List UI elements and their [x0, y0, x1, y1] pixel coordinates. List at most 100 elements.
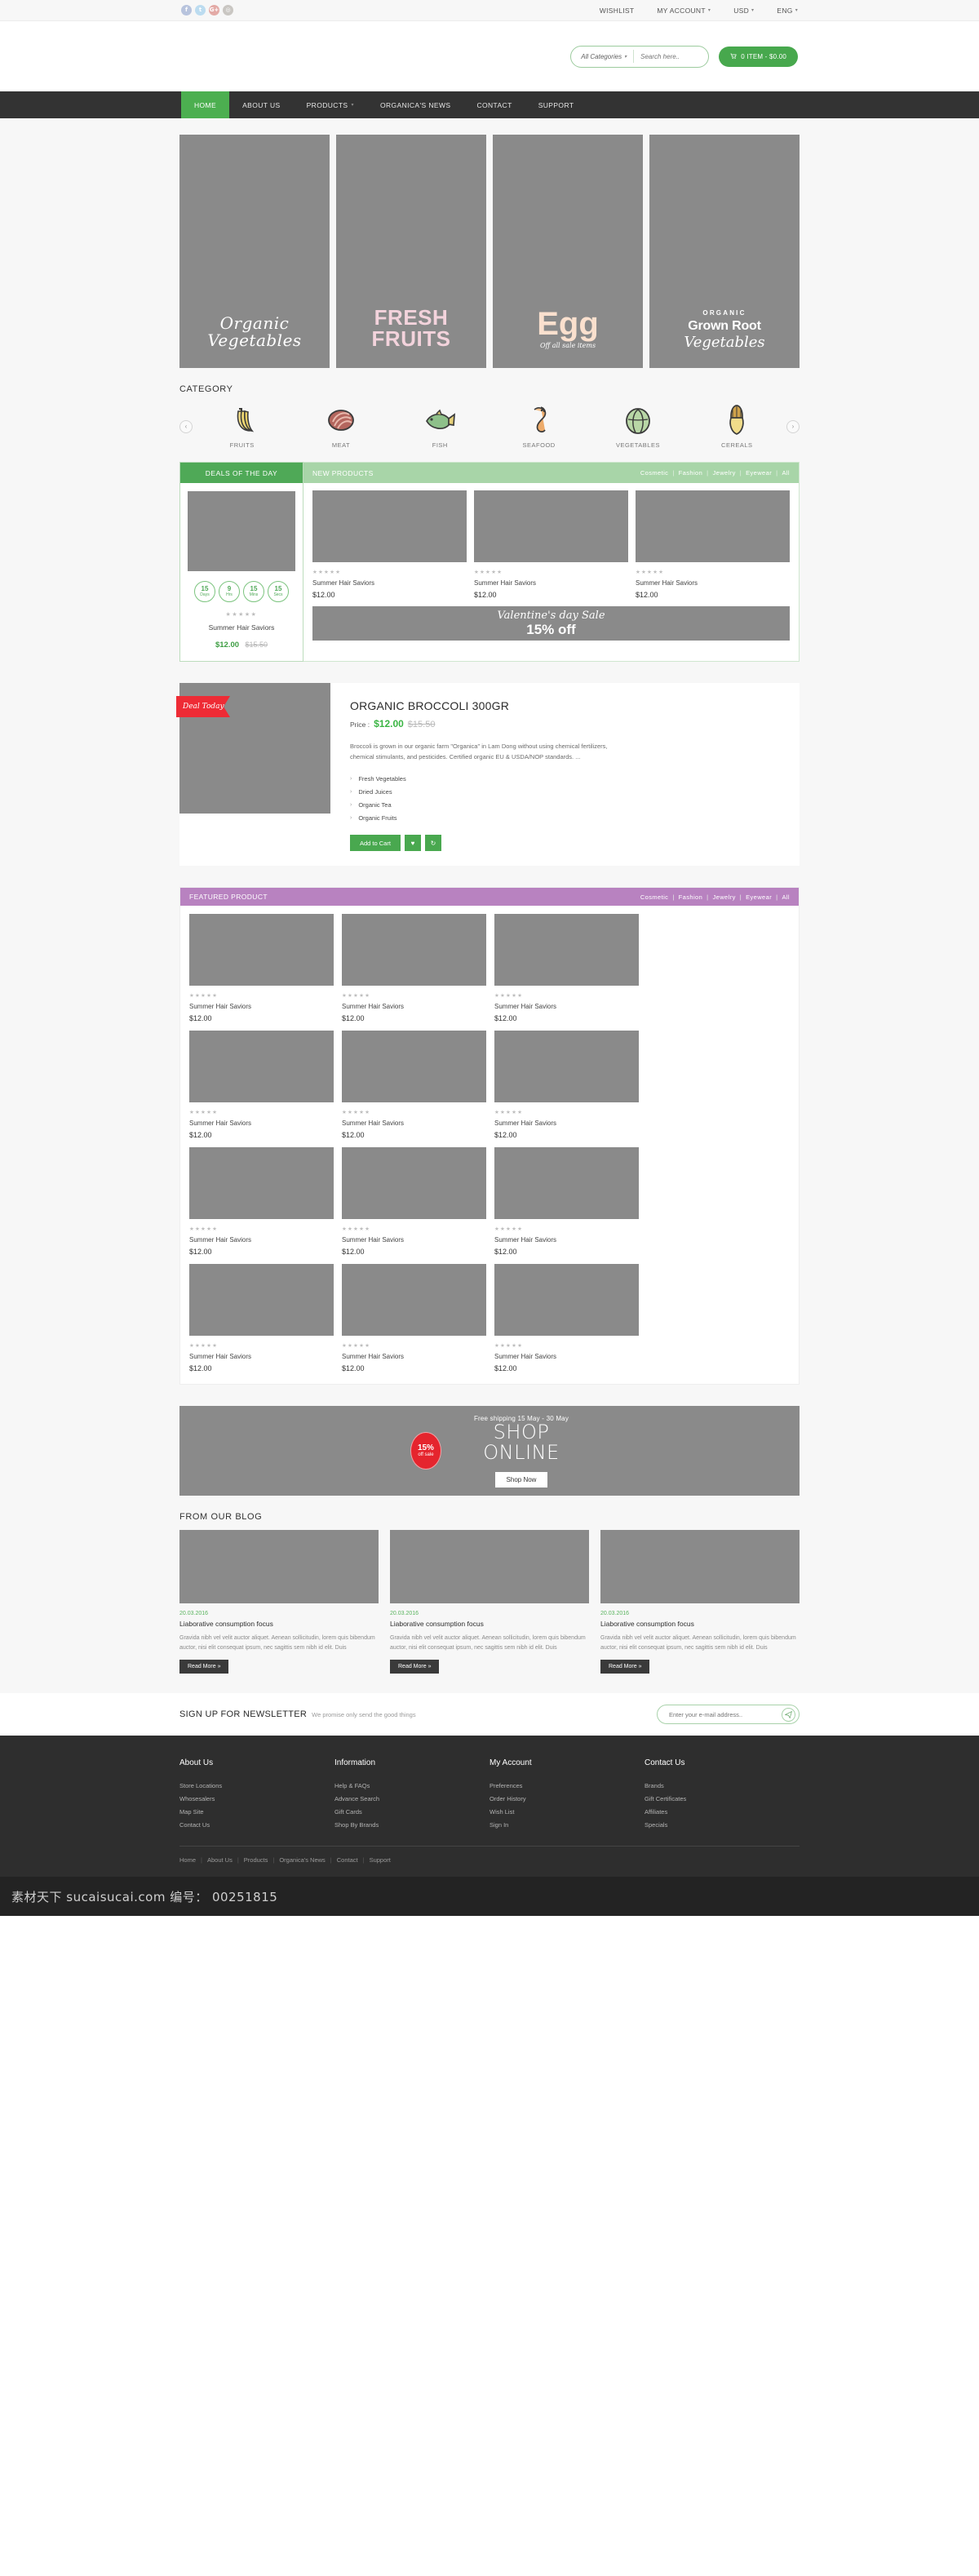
filter-cosmetic[interactable]: Cosmetic	[640, 469, 668, 477]
footer-link[interactable]: Preferences	[490, 1779, 645, 1792]
nav-item-home[interactable]: HOME	[181, 91, 230, 118]
deal-today-image[interactable]: Deal Today	[176, 683, 330, 814]
category-item-fruits[interactable]: FRUITS	[206, 404, 279, 449]
topnav-item-currency[interactable]: USD ▾	[733, 7, 754, 15]
filter-eyewear[interactable]: Eyewear	[746, 469, 772, 477]
blog-title[interactable]: Liaborative consumption focus	[179, 1620, 379, 1628]
footer-link[interactable]: Map Site	[179, 1805, 334, 1818]
footer-nav-support[interactable]: Support	[370, 1856, 391, 1864]
feature-item[interactable]: › Organic Tea	[350, 798, 778, 811]
topnav-item-language[interactable]: ENG ▾	[777, 7, 798, 15]
nav-item-support[interactable]: SUPPORT	[525, 91, 587, 118]
footer-link[interactable]: Contact Us	[179, 1818, 334, 1831]
product-card[interactable]: ★★★★★ Summer Hair Saviors $12.00	[189, 1147, 334, 1256]
product-card[interactable]: ★★★★★ Summer Hair Saviors $12.00	[189, 1031, 334, 1139]
filter-jewelry[interactable]: Jewelry	[713, 893, 736, 901]
compare-icon[interactable]: ↻	[424, 835, 441, 852]
twitter-icon[interactable]: t	[195, 5, 206, 16]
filter-cosmetic[interactable]: Cosmetic	[640, 893, 668, 901]
topnav-item-my-account[interactable]: MY ACCOUNT ▾	[657, 7, 711, 15]
category-item-vegetables[interactable]: VEGETABLES	[601, 404, 675, 449]
deal-product-name[interactable]: Summer Hair Saviors	[188, 623, 295, 632]
valentines-promo-banner[interactable]: Valentine's day Sale 15% off	[312, 606, 790, 641]
nav-item-products[interactable]: PRODUCTS ▾	[294, 91, 367, 118]
footer-nav-about-us[interactable]: About Us	[207, 1856, 233, 1864]
cart-button[interactable]: 0 ITEM - $0.00	[719, 46, 798, 67]
hero-banner-grown-root[interactable]: ORGANIC Grown Root Vegetables	[649, 135, 800, 368]
blog-title[interactable]: Liaborative consumption focus	[390, 1620, 589, 1628]
footer-link[interactable]: Store Locations	[179, 1779, 334, 1792]
send-icon[interactable]	[782, 1707, 795, 1722]
product-card[interactable]: ★★★★★ Summer Hair Saviors $12.00	[494, 1147, 639, 1256]
footer-link[interactable]: Help & FAQs	[334, 1779, 490, 1792]
hero-banner-egg[interactable]: Egg Off all sale items	[493, 135, 643, 368]
footer-link[interactable]: Advance Search	[334, 1792, 490, 1805]
product-card[interactable]: ★★★★★ Summer Hair Saviors $12.00	[342, 1264, 486, 1372]
product-card[interactable]: ★★★★★ Summer Hair Saviors $12.00	[342, 914, 486, 1022]
product-card[interactable]: ★★★★★ Summer Hair Saviors $12.00	[494, 1264, 639, 1372]
product-card[interactable]: ★★★★★ Summer Hair Saviors $12.00	[342, 1147, 486, 1256]
footer-nav-organicas-news[interactable]: Organica's News	[279, 1856, 325, 1864]
footer-link[interactable]: Sign In	[490, 1818, 645, 1831]
category-item-seafood[interactable]: SEAFOOD	[503, 404, 576, 449]
hero-banner-fresh-fruits[interactable]: FRESH FRUITS	[336, 135, 486, 368]
blog-image[interactable]	[179, 1530, 379, 1604]
shop-now-button[interactable]: Shop Now	[494, 1471, 548, 1488]
facebook-icon[interactable]: f	[181, 5, 192, 16]
read-more-button[interactable]: Read More »	[179, 1660, 229, 1674]
footer-link[interactable]: Wish List	[490, 1805, 645, 1818]
product-card[interactable]: ★★★★★ Summer Hair Saviors $12.00	[312, 490, 467, 599]
blog-image[interactable]	[390, 1530, 589, 1604]
filter-all[interactable]: All	[782, 893, 790, 901]
footer-nav-products[interactable]: Products	[244, 1856, 268, 1864]
search-input[interactable]	[634, 52, 709, 60]
category-item-meat[interactable]: MEAT	[304, 404, 378, 449]
footer-link[interactable]: Brands	[645, 1779, 800, 1792]
nav-item-contact[interactable]: CONTACT	[463, 91, 525, 118]
filter-fashion[interactable]: Fashion	[679, 893, 702, 901]
footer-nav-contact[interactable]: Contact	[337, 1856, 358, 1864]
newsletter-email-input[interactable]	[669, 1710, 782, 1718]
feature-item[interactable]: › Organic Fruits	[350, 811, 778, 824]
category-item-cereals[interactable]: CEREALS	[700, 404, 773, 449]
product-card[interactable]: ★★★★★ Summer Hair Saviors $12.00	[189, 1264, 334, 1372]
footer-link[interactable]: Affiliates	[645, 1805, 800, 1818]
footer-link[interactable]: Specials	[645, 1818, 800, 1831]
filter-jewelry[interactable]: Jewelry	[713, 469, 736, 477]
product-card[interactable]: ★★★★★ Summer Hair Saviors $12.00	[342, 1031, 486, 1139]
blog-title[interactable]: Liaborative consumption focus	[600, 1620, 800, 1628]
read-more-button[interactable]: Read More »	[390, 1660, 440, 1674]
product-card[interactable]: ★★★★★ Summer Hair Saviors $12.00	[474, 490, 628, 599]
footer-link[interactable]: Gift Certificates	[645, 1792, 800, 1805]
product-card[interactable]: ★★★★★ Summer Hair Saviors $12.00	[189, 914, 334, 1022]
footer-link[interactable]: Order History	[490, 1792, 645, 1805]
footer-link[interactable]: Gift Cards	[334, 1805, 490, 1818]
read-more-button[interactable]: Read More »	[600, 1660, 650, 1674]
carousel-next-icon[interactable]: ›	[786, 419, 800, 433]
category-item-fish[interactable]: FISH	[403, 404, 476, 449]
nav-item-organicas-news[interactable]: ORGANICA'S NEWS	[367, 91, 464, 118]
blog-image[interactable]	[600, 1530, 800, 1604]
product-card[interactable]: ★★★★★ Summer Hair Saviors $12.00	[636, 490, 790, 599]
add-to-cart-button[interactable]: Add to Cart	[350, 835, 401, 852]
hero-banner-organic-vegetables[interactable]: Organic Vegetables	[179, 135, 330, 368]
footer-link[interactable]: Shop By Brands	[334, 1818, 490, 1831]
instagram-icon[interactable]: ◎	[223, 5, 233, 16]
footer-nav-home[interactable]: Home	[179, 1856, 196, 1864]
wishlist-icon[interactable]: ♥	[404, 835, 421, 852]
nav-item-about-us[interactable]: ABOUT US	[229, 91, 294, 118]
feature-item[interactable]: › Fresh Vegetables	[350, 772, 778, 785]
blog-date: 20.03.2016	[600, 1611, 630, 1617]
googleplus-icon[interactable]: G+	[209, 5, 219, 16]
feature-item[interactable]: › Dried Juices	[350, 785, 778, 798]
filter-fashion[interactable]: Fashion	[679, 469, 702, 477]
deal-product-image[interactable]	[188, 491, 295, 571]
product-card[interactable]: ★★★★★ Summer Hair Saviors $12.00	[494, 1031, 639, 1139]
topnav-item-wishlist[interactable]: WISHLIST	[600, 7, 635, 15]
filter-all[interactable]: All	[782, 469, 790, 477]
carousel-prev-icon[interactable]: ‹	[179, 419, 193, 433]
footer-link[interactable]: Whosesalers	[179, 1792, 334, 1805]
category-select[interactable]: All Categories ▾	[571, 50, 635, 63]
filter-eyewear[interactable]: Eyewear	[746, 893, 772, 901]
product-card[interactable]: ★★★★★ Summer Hair Saviors $12.00	[494, 914, 639, 1022]
